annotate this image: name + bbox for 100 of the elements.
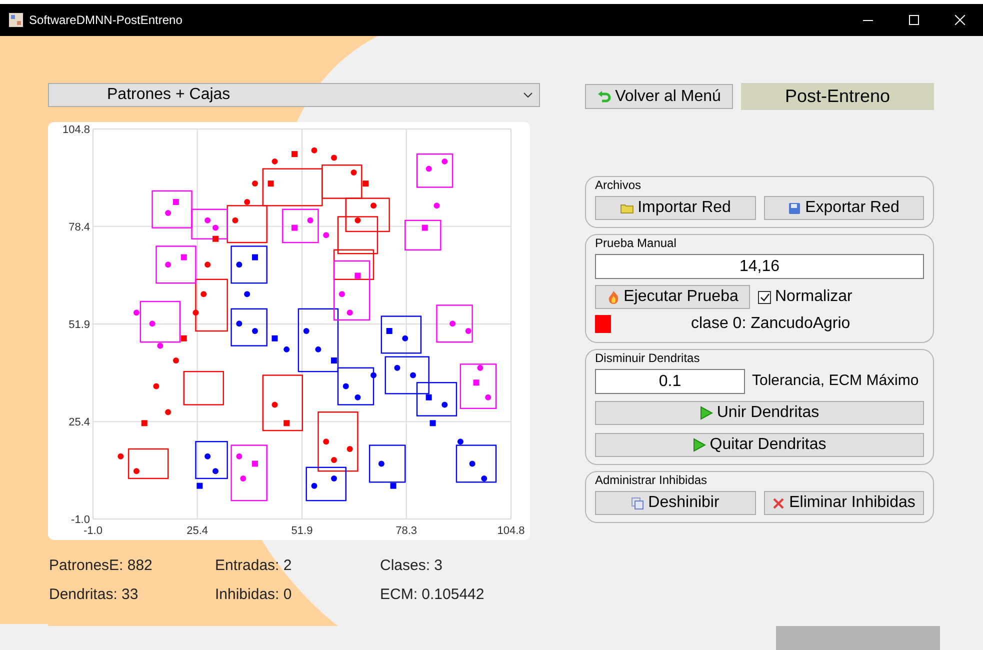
data-point <box>165 262 172 268</box>
inhibited-button[interactable]: Eliminar Inhibidas <box>764 491 924 515</box>
dendrite-box <box>282 208 319 244</box>
x-tick-label: 104.8 <box>497 525 525 537</box>
data-point <box>315 346 322 352</box>
y-tick-label: 25.4 <box>68 416 90 429</box>
file-button[interactable]: Importar Red <box>595 196 756 220</box>
dendrite-box <box>230 444 268 502</box>
dendrite-box <box>416 153 454 188</box>
dendrite-box <box>436 304 473 343</box>
play-icon <box>700 406 713 420</box>
data-point <box>244 198 250 205</box>
inhibited-button[interactable]: Deshinibir <box>595 491 756 515</box>
data-point <box>292 151 298 158</box>
data-point <box>331 457 337 464</box>
dendrite-box <box>156 246 196 284</box>
data-point <box>192 310 199 316</box>
data-point <box>284 420 290 426</box>
dendrite-box <box>460 364 497 410</box>
back-button[interactable]: Volver al Menú <box>585 84 733 109</box>
data-point <box>240 475 246 482</box>
dendrite-box <box>140 300 181 343</box>
dendrite-box <box>380 316 422 354</box>
data-point <box>323 232 330 238</box>
data-point <box>350 170 357 176</box>
data-point <box>244 291 250 298</box>
dendrite-button[interactable]: Quitar Dendritas <box>595 433 924 457</box>
data-point <box>331 358 337 364</box>
data-point <box>311 147 318 154</box>
data-point <box>370 202 376 209</box>
data-point <box>422 224 428 231</box>
data-point <box>442 158 448 164</box>
dendrite-box <box>230 308 268 346</box>
data-point <box>442 402 448 408</box>
dendrite-box <box>345 198 390 232</box>
data-point <box>457 438 464 445</box>
data-point <box>252 180 258 187</box>
x-tick-label: 51.9 <box>291 525 313 537</box>
cross-icon <box>772 496 786 510</box>
data-point <box>180 335 187 342</box>
dendrite-box <box>152 190 192 228</box>
data-point <box>342 383 349 390</box>
data-point <box>410 372 416 378</box>
data-point <box>153 383 160 390</box>
data-point <box>204 262 211 268</box>
data-point <box>180 254 187 260</box>
stat-label: Dendritas: 33 <box>49 584 140 604</box>
data-point <box>252 328 258 334</box>
data-point <box>157 342 164 349</box>
data-point <box>303 328 310 334</box>
dendrite-box <box>262 374 303 432</box>
view-dropdown[interactable]: Patrones + Cajas <box>48 83 540 107</box>
data-point <box>485 394 492 400</box>
dendrite-box <box>195 278 228 332</box>
dendrite-button[interactable]: Unir Dendritas <box>595 401 924 425</box>
stat-label: Clases: 3 <box>380 556 444 576</box>
data-point <box>346 446 353 452</box>
data-point <box>362 180 369 187</box>
tolerance-label: Tolerancia, ECM Máximo <box>752 371 919 392</box>
stat-label: PatronesE: 882 <box>49 556 154 576</box>
dendrite-box <box>230 246 268 284</box>
data-point <box>481 475 488 482</box>
pattern-input[interactable]: 14,16 <box>595 254 924 279</box>
data-point <box>354 394 361 400</box>
chevron-down-icon <box>523 92 533 98</box>
tolerance-input[interactable]: 0.1 <box>595 369 745 394</box>
folder-icon <box>620 202 634 214</box>
data-point <box>133 310 140 316</box>
x-tick-label: 25.4 <box>186 525 208 537</box>
x-tick-label: 78.3 <box>396 525 418 537</box>
data-point <box>346 310 353 316</box>
result-label: clase 0: ZancudoAgrio <box>691 314 850 334</box>
dendrite-box <box>191 208 228 240</box>
dendrite-box <box>128 448 169 480</box>
data-point <box>284 346 290 352</box>
dendrite-box <box>195 440 228 480</box>
data-point <box>426 166 432 172</box>
data-point <box>172 358 179 364</box>
mode-label: Post-Entreno <box>741 83 934 110</box>
data-point <box>172 198 179 205</box>
flame-icon <box>606 290 620 304</box>
run-test-button[interactable]: Ejecutar Prueba <box>595 285 750 309</box>
y-tick-label: 51.9 <box>68 319 90 331</box>
data-point <box>165 409 172 416</box>
data-point <box>236 262 242 268</box>
data-point <box>378 460 384 467</box>
dendrite-box <box>384 356 430 394</box>
maximize-icon <box>909 15 919 25</box>
data-point <box>236 320 242 327</box>
app-icon <box>8 12 24 28</box>
data-point <box>236 453 242 460</box>
stat-label: ECM: 0.105442 <box>380 584 486 604</box>
dendrite-box <box>183 370 224 406</box>
data-point <box>212 468 218 474</box>
file-button[interactable]: Exportar Red <box>764 196 924 220</box>
play-icon <box>692 438 706 452</box>
data-point <box>200 291 207 298</box>
normalize-checkbox[interactable]: Normalizar <box>758 285 852 309</box>
data-point <box>272 335 278 342</box>
dendrite-box <box>337 216 378 254</box>
